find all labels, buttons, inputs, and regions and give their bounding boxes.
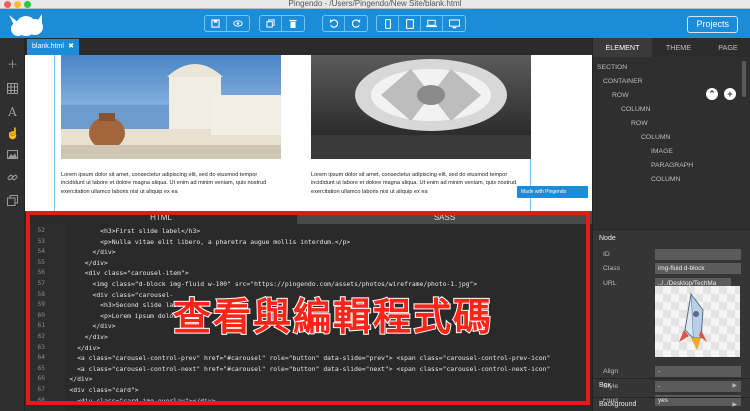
pointer-icon[interactable]: ☝: [6, 128, 20, 141]
laptop-icon[interactable]: [421, 16, 443, 31]
file-tab-blank-html[interactable]: blank.html ✖: [27, 39, 79, 55]
id-field[interactable]: [655, 249, 741, 260]
left-icon-bar: ＋ A ☝: [0, 38, 25, 411]
code-line[interactable]: </div>: [54, 259, 108, 267]
move-up-icon[interactable]: ⌃: [706, 88, 718, 100]
tab-theme[interactable]: THEME: [652, 38, 705, 57]
code-line[interactable]: <div class="carousel-item">: [54, 269, 189, 277]
grid-icon[interactable]: [6, 83, 19, 96]
tree-node-row[interactable]: ROW: [631, 120, 648, 127]
card-text: Lorem ipsum dolor sit amet, consectetur …: [61, 172, 267, 195]
tree-node-column[interactable]: COLUMN: [621, 106, 650, 113]
expand-icon: ▶: [732, 383, 737, 389]
class-field[interactable]: img-fluid d-block: [655, 263, 741, 274]
overlay-caption: 查看與編輯程式碼: [172, 294, 494, 340]
code-line[interactable]: <div class="carousel-: [54, 291, 173, 299]
align-label: Align: [603, 368, 619, 375]
device-button-group: [376, 15, 466, 32]
code-line[interactable]: <div class="card-img-overlay"></div>: [54, 397, 216, 405]
design-canvas[interactable]: Lorem ipsum dolor sit amet, consectetur …: [25, 55, 592, 211]
tree-node-container[interactable]: CONTAINER: [603, 78, 643, 85]
tree-node-image[interactable]: IMAGE: [651, 148, 673, 155]
image-preview: [655, 286, 740, 357]
code-line[interactable]: </div>: [54, 344, 100, 352]
background-section-label: Background: [599, 401, 637, 408]
pingendo-window: Pingendo - /Users/Pingendo/New Site/blan…: [0, 0, 750, 411]
url-label: URL: [603, 280, 617, 287]
code-line[interactable]: <div class="card">: [54, 386, 138, 394]
expand-icon: ▶: [732, 402, 737, 408]
link-icon[interactable]: [6, 172, 19, 185]
add-element-icon[interactable]: +: [724, 88, 736, 100]
properties-panel: ELEMENT THEME PAGE ⌃ + SECTION CONTAINER R…: [592, 38, 750, 411]
desktop-icon[interactable]: [443, 16, 465, 31]
id-label: ID: [603, 251, 610, 258]
delete-icon[interactable]: [282, 16, 304, 31]
tree-node-column[interactable]: COLUMN: [651, 176, 680, 183]
tree-node-column[interactable]: COLUMN: [641, 134, 670, 141]
card-right[interactable]: Lorem ipsum dolor sit amet, consectetur …: [308, 55, 534, 211]
edit-button-group: [259, 15, 305, 32]
tree-node-paragraph[interactable]: PARAGRAPH: [651, 162, 693, 169]
tab-page[interactable]: PAGE: [705, 38, 750, 57]
tab-sass[interactable]: SASS: [297, 211, 592, 224]
code-line[interactable]: <a class="carousel-control-next" href="#…: [54, 365, 550, 373]
code-line[interactable]: </div>: [54, 375, 92, 383]
made-with-label: Made with Pingendo: [521, 189, 567, 195]
save-icon[interactable]: [205, 16, 227, 31]
window-title: Pingendo - /Users/Pingendo/New Site/blan…: [288, 0, 462, 8]
code-line[interactable]: </div>: [54, 248, 115, 256]
title-bar: Pingendo - /Users/Pingendo/New Site/blan…: [0, 0, 750, 9]
tab-element[interactable]: ELEMENT: [593, 38, 652, 57]
code-line[interactable]: <p>Nulla vitae elit libero, a pharetra a…: [54, 238, 350, 246]
text-icon[interactable]: A: [6, 106, 19, 119]
class-label: Class: [603, 265, 620, 272]
tab-html[interactable]: HTML: [25, 211, 297, 224]
duplicate-icon[interactable]: [6, 195, 19, 208]
tree-node-row[interactable]: ROW: [612, 92, 629, 99]
element-tree[interactable]: ⌃ + SECTION CONTAINER ROW COLUMN ROW COLUMN IM…: [593, 57, 750, 229]
main-toolbar: Projects: [0, 9, 750, 38]
code-line[interactable]: </div>: [54, 322, 115, 330]
code-line[interactable]: <h3>Second slide labe: [54, 301, 181, 309]
phone-icon[interactable]: [377, 16, 399, 31]
history-button-group: [322, 15, 368, 32]
box-section[interactable]: Box ▶: [593, 378, 750, 393]
close-tab-icon[interactable]: ✖: [68, 39, 74, 55]
panel-tabs: ELEMENT THEME PAGE: [593, 38, 750, 57]
card-left[interactable]: Lorem ipsum dolor sit amet, consectetur …: [58, 55, 284, 211]
box-section-label: Box: [599, 382, 612, 389]
add-icon[interactable]: ＋: [6, 59, 19, 72]
tree-node-section[interactable]: SECTION: [597, 64, 627, 71]
redo-icon[interactable]: [345, 16, 367, 31]
file-tab-label: blank.html: [32, 43, 64, 50]
santorini-photo: [61, 55, 281, 159]
code-line[interactable]: </div>: [54, 333, 108, 341]
copy-icon[interactable]: [260, 16, 282, 31]
preview-icon[interactable]: [227, 16, 249, 31]
tree-scrollbar[interactable]: [742, 61, 746, 97]
tablet-icon[interactable]: [399, 16, 421, 31]
code-line[interactable]: <h3>First slide label</h3>: [54, 227, 200, 235]
made-with-pingendo-badge[interactable]: Made with Pingendo: [517, 186, 588, 198]
card-text: Lorem ipsum dolor sit amet, consectetur …: [311, 172, 517, 195]
code-line[interactable]: <a class="carousel-control-prev" href="#…: [54, 354, 550, 362]
background-section[interactable]: Background ▶: [593, 397, 750, 411]
undo-icon[interactable]: [323, 16, 345, 31]
code-line[interactable]: <p>Lorem ipsum dolor: [54, 312, 177, 320]
editor-tabs: HTML SASS: [25, 211, 592, 224]
projects-button[interactable]: Projects: [687, 16, 738, 33]
guide-line: [54, 55, 55, 211]
align-field[interactable]: -: [655, 366, 741, 377]
image-icon[interactable]: [6, 150, 19, 163]
node-header: Node: [599, 235, 616, 242]
architecture-photo: [311, 55, 531, 159]
file-tab-strip: blank.html ✖: [25, 38, 592, 55]
pingendo-logo-icon: [9, 14, 43, 36]
file-button-group: [204, 15, 250, 32]
